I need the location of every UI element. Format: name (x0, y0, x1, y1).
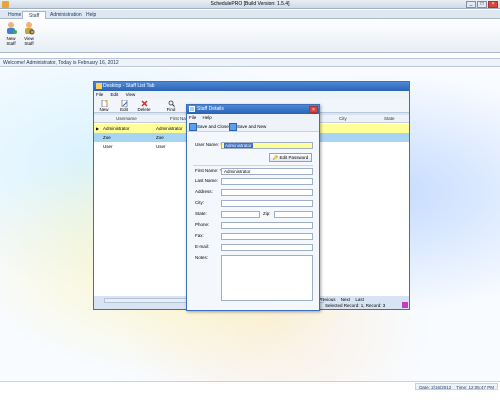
menu-help[interactable]: Help (203, 115, 212, 120)
staff-list-title: Desktop - Staff List Tab (103, 83, 155, 89)
email-field[interactable] (221, 244, 313, 251)
phone-label: Phone: (195, 222, 210, 227)
username-field[interactable]: Administrator (221, 142, 313, 149)
maximize-icon[interactable]: □ (477, 1, 487, 8)
first-name-label: First Name: * (195, 168, 221, 173)
details-menubar: File Help (187, 114, 319, 121)
fax-field[interactable] (221, 233, 313, 240)
state-field[interactable] (221, 211, 260, 218)
record-navigation: Previous Next Last (318, 297, 368, 302)
tab-staff[interactable]: Staff (22, 11, 47, 19)
save-and-new-button[interactable]: Save and New (229, 123, 266, 131)
new-staff-button[interactable]: New Staff (2, 21, 20, 46)
save-and-close-button[interactable]: Save and Close (189, 123, 229, 131)
edit-label: Edit (120, 107, 128, 112)
window-controls: _ □ × (466, 1, 498, 8)
state-label: State: (195, 211, 207, 216)
city-label: City: (195, 200, 204, 205)
username-value: Administrator (224, 143, 253, 148)
first-name-field[interactable]: Administrator (221, 168, 313, 175)
view-user-icon (25, 22, 35, 35)
find-label: Find (166, 107, 176, 112)
menu-file[interactable]: File (96, 92, 103, 97)
delete-icon (141, 100, 147, 107)
column-city[interactable]: City (339, 115, 347, 123)
edit-button[interactable]: Edit (117, 100, 131, 112)
section-divider (193, 165, 313, 166)
status-time: Time: 12:05:47 PM (456, 385, 494, 390)
new-staff-label-2: Staff (6, 41, 16, 46)
delete-label: Delete (137, 107, 151, 112)
column-username[interactable]: Username (116, 115, 137, 123)
status-date: Date: 2/16/2012 (419, 385, 452, 390)
ribbon: New Staff View Staff (0, 19, 500, 53)
cell-username: User (103, 144, 113, 149)
column-state[interactable]: State (384, 115, 395, 123)
cell-first-name: Zoe (156, 135, 164, 140)
next-button[interactable]: Next (341, 297, 350, 302)
email-label: E-mail: (195, 244, 210, 249)
username-label: User Name: * (195, 142, 222, 147)
close-icon[interactable]: × (488, 1, 498, 8)
find-icon (168, 100, 175, 107)
app-icon (2, 1, 9, 8)
find-button[interactable]: Find (164, 100, 178, 112)
view-staff-button[interactable]: View Staff (20, 21, 38, 46)
app-title: SchedulePRO [Build Version: 1.5.4] (210, 1, 290, 7)
last-button[interactable]: Last (355, 297, 364, 302)
notes-field[interactable] (221, 255, 313, 301)
new-icon (101, 100, 108, 107)
notes-label: Notes: (195, 255, 209, 260)
staff-list-titlebar[interactable]: Desktop - Staff List Tab (94, 82, 409, 91)
last-name-label: Last Name: (195, 178, 219, 183)
window-icon (96, 83, 102, 89)
edit-password-button[interactable]: 🔑 Edit Password (269, 153, 312, 162)
dialog-icon (189, 106, 195, 112)
close-icon[interactable]: × (309, 106, 318, 113)
phone-field[interactable] (221, 222, 313, 229)
resize-grip-icon[interactable] (402, 302, 408, 308)
city-field[interactable] (221, 200, 313, 207)
cell-username: Administrator (103, 126, 130, 131)
previous-button[interactable]: Previous (318, 297, 336, 302)
details-action-bar: Save and Close Save and New (187, 121, 319, 132)
tab-help[interactable]: Help (80, 11, 102, 19)
record-info: Selected Record: 1, Record: 3 (325, 303, 386, 308)
menu-file[interactable]: File (189, 115, 196, 120)
address-label: Address: (195, 189, 213, 194)
address-field[interactable] (221, 189, 313, 196)
minimize-icon[interactable]: _ (466, 1, 476, 8)
cell-username: Zoe (103, 135, 111, 140)
last-name-field[interactable] (221, 178, 313, 185)
ribbon-tabs: Home Staff Administration Help (0, 10, 500, 19)
edit-icon (121, 100, 127, 107)
zip-field[interactable] (274, 211, 313, 218)
app-titlebar: SchedulePRO [Build Version: 1.5.4] _ □ × (0, 0, 500, 9)
menu-view[interactable]: View (126, 92, 136, 97)
fax-label: Fax: (195, 233, 204, 238)
staff-details-title: Staff Details (197, 106, 224, 112)
menu-edit[interactable]: Edit (111, 92, 119, 97)
staff-details-titlebar[interactable]: Staff Details × (187, 105, 319, 114)
view-staff-label-2: Staff (24, 41, 34, 46)
row-indicator-icon: ▶ (96, 126, 100, 131)
welcome-message: Welcome! Administrator, Today is Februar… (0, 58, 500, 67)
new-label: New (99, 107, 109, 112)
add-user-icon (7, 22, 17, 34)
new-button[interactable]: New (97, 100, 111, 112)
zip-label: Zip: (263, 211, 271, 216)
cell-first-name: User (156, 144, 166, 149)
staff-list-menubar: File Edit View (94, 91, 409, 99)
status-bar: Date: 2/16/2012 Time: 12:05:47 PM (0, 381, 500, 400)
staff-details-dialog: Staff Details × File Help Save and Close… (186, 104, 320, 311)
status-datetime: Date: 2/16/2012 Time: 12:05:47 PM (415, 383, 498, 390)
delete-button[interactable]: Delete (137, 100, 151, 112)
cell-first-name: Administrator (156, 126, 183, 131)
